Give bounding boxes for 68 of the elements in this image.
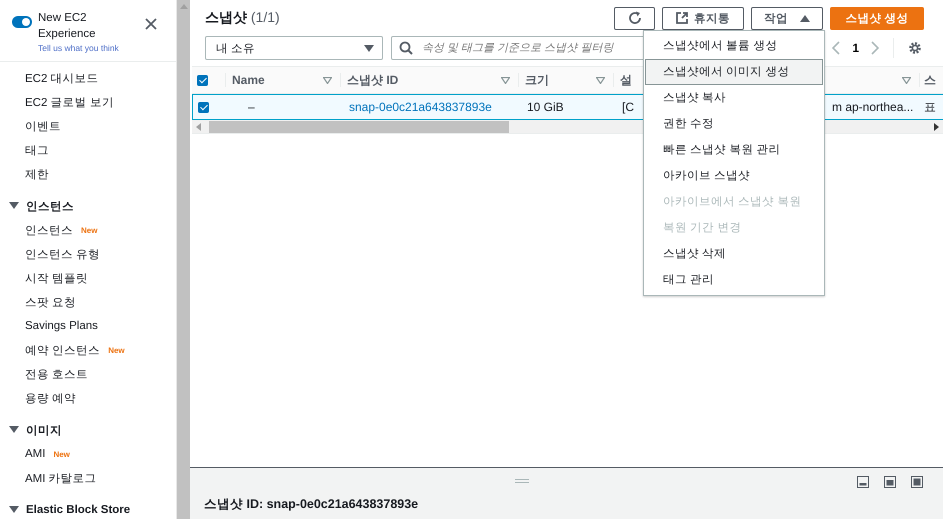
menu-item[interactable]: 빠른 스냅샷 복원 관리 (645, 137, 823, 163)
column-header[interactable]: 스냅샷 ID (347, 73, 398, 87)
page-title: 스냅샷 (1/1) (205, 9, 281, 27)
new-label: New (53, 450, 70, 458)
column-header[interactable]: 설 (620, 73, 632, 87)
external-link-icon (676, 12, 688, 24)
scrollbar[interactable] (176, 0, 190, 519)
nav-link[interactable]: Savings Plans (25, 320, 98, 332)
column-header[interactable]: 크기 (525, 73, 549, 87)
refresh-icon (628, 11, 642, 25)
full-view-icon (911, 476, 923, 488)
scroll-right-icon (934, 122, 939, 130)
layout-button[interactable] (857, 476, 869, 488)
column-header[interactable]: 스 (924, 73, 936, 87)
section-heading[interactable]: Elastic Block Store (26, 504, 130, 516)
nav-link[interactable]: 용량 예약 (25, 390, 76, 406)
nav-link[interactable]: 시작 템플릿 (25, 270, 88, 286)
nav-link[interactable]: 태그 (25, 142, 49, 158)
section-heading[interactable]: 인스턴스 (26, 198, 74, 214)
nav-link[interactable]: 인스턴스 유형 (25, 246, 100, 262)
feedback-link[interactable]: Tell us what you think (38, 43, 144, 53)
chevron-right-icon (871, 41, 879, 55)
section-heading[interactable]: 이미지 (26, 422, 62, 438)
table-cell: 10 GiB (527, 100, 564, 114)
snapshot-link[interactable]: snap-0e0c21a643837893e (349, 100, 492, 114)
nav-link[interactable]: EC2 대시보드 (25, 70, 99, 86)
recycle-bin-button[interactable]: 휴지통 (662, 6, 744, 30)
scroll-up-icon (180, 4, 188, 9)
column-header[interactable]: Name (232, 73, 265, 87)
row-checkbox[interactable] (198, 102, 209, 112)
new-label: New (81, 226, 98, 234)
table-cell: – (248, 100, 255, 114)
new-label: New (108, 346, 125, 354)
menu-item[interactable]: 아카이브 스냅샷 (645, 163, 823, 189)
menu-item[interactable]: 스냅샷에서 이미지 생성 (645, 59, 823, 85)
layout-button[interactable] (911, 476, 923, 488)
nav-link[interactable]: 인스턴스 (25, 222, 73, 238)
scroll-left-icon (196, 122, 201, 130)
nav-link[interactable]: 제한 (25, 166, 49, 182)
split-half-icon (884, 476, 896, 488)
nav-link[interactable]: 이벤트 (25, 118, 61, 134)
table-cell: 표 (924, 98, 936, 116)
table-cell: [C (622, 100, 634, 114)
close-icon (144, 17, 158, 31)
drag-handle-icon (515, 479, 529, 483)
nav-link[interactable]: EC2 글로벌 보기 (25, 94, 114, 110)
nav-link[interactable]: AMI (25, 448, 46, 460)
chevron-left-icon (832, 41, 840, 55)
filter-select[interactable]: 내 소유 (205, 36, 383, 60)
nav-link[interactable]: 전용 호스트 (25, 366, 88, 382)
settings-icon (908, 41, 922, 55)
nav-link[interactable]: 스팟 요청 (25, 294, 76, 310)
settings-button[interactable] (906, 39, 924, 57)
split-bottom-icon (857, 476, 869, 488)
table-cell: m ap-northea... (832, 100, 914, 114)
menu-item[interactable]: 스냅샷 삭제 (645, 241, 823, 267)
refresh-button[interactable] (614, 6, 655, 30)
menu-item[interactable]: 태그 관리 (645, 267, 823, 293)
page-number[interactable]: 1 (848, 41, 863, 55)
layout-button[interactable] (884, 476, 896, 488)
nav-link[interactable]: 예약 인스턴스 (25, 342, 100, 358)
caret-icon (364, 44, 374, 52)
actions-button[interactable]: 작업 (751, 6, 823, 30)
toggle-switch[interactable] (12, 16, 32, 28)
select-all-checkbox[interactable] (197, 74, 208, 86)
detail-title: 스냅샷 ID: snap-0e0c21a643837893e (204, 496, 420, 513)
toggle-label: New EC2 Experience (38, 11, 97, 42)
nav-link[interactable]: AMI 카탈로그 (25, 470, 97, 486)
